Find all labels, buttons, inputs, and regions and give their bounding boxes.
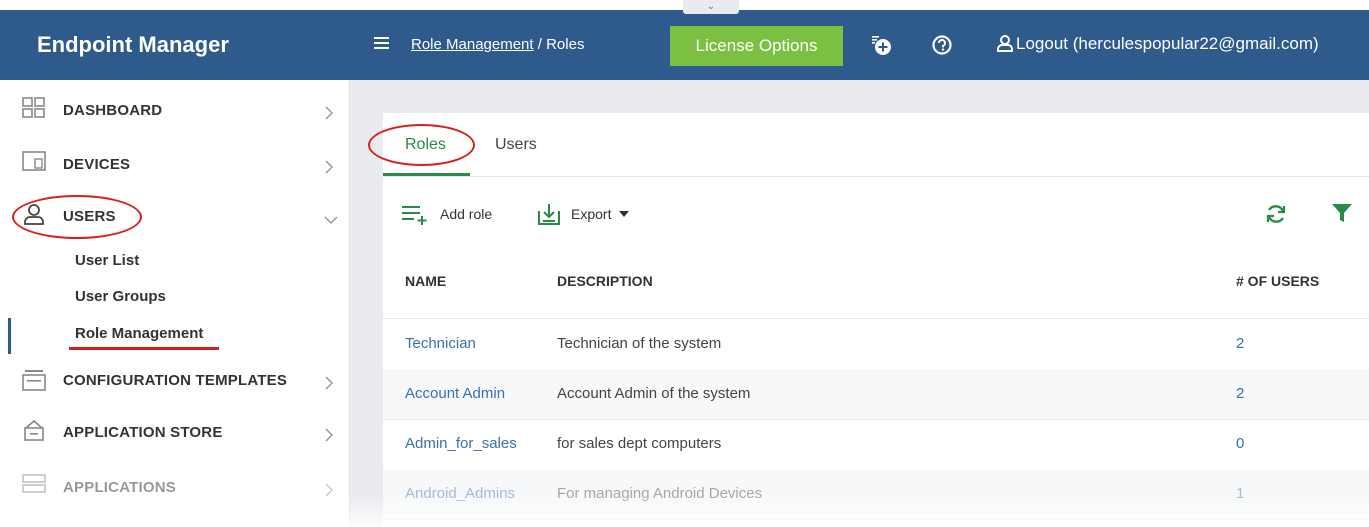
table-row[interactable]: Technician Technician of the system 2	[383, 319, 1369, 370]
table-row[interactable]: Account Admin Account Admin of the syste…	[383, 369, 1369, 420]
chevron-right-icon	[325, 160, 334, 174]
templates-icon	[22, 370, 46, 391]
table-row[interactable]: Android_Admins For managing Android Devi…	[383, 469, 1369, 520]
collapse-header-toggle[interactable]: ⌄	[683, 0, 739, 14]
annotation-circle-roles-tab	[368, 124, 475, 166]
sidebar-item-label: APPLICATION STORE	[63, 424, 223, 441]
sidebar-item-devices[interactable]: DEVICES	[0, 137, 349, 189]
chevron-down-icon	[324, 216, 338, 225]
role-users-count-link[interactable]: 2	[1236, 385, 1244, 402]
sidebar-item-label: APPLICATIONS	[63, 479, 176, 496]
sidebar-item-label: DASHBOARD	[63, 102, 163, 119]
chevron-right-icon	[325, 428, 334, 442]
role-description: Account Admin of the system	[557, 385, 751, 402]
sidebar-item-dashboard[interactable]: DASHBOARD	[0, 85, 349, 137]
chevron-right-icon	[325, 106, 334, 120]
add-notification-icon[interactable]	[870, 34, 892, 56]
sidebar-item-label: DEVICES	[63, 156, 131, 173]
column-header-users-count[interactable]: # OF USERS	[1236, 273, 1319, 289]
add-role-label: Add role	[440, 206, 493, 222]
role-description: For managing Android Devices	[557, 485, 763, 502]
sidebar-item-applications[interactable]: APPLICATIONS	[0, 461, 349, 513]
breadcrumb: Role Management / Roles	[411, 36, 584, 53]
annotation-circle-users	[12, 195, 142, 239]
tab-users[interactable]: Users	[495, 136, 537, 154]
logout-link[interactable]: Logout (herculespopular22@gmail.com)	[996, 34, 1319, 54]
chevron-right-icon	[325, 483, 334, 497]
export-download-icon	[538, 204, 560, 225]
sidebar-subitem-user-groups[interactable]: User Groups	[75, 288, 166, 305]
hamburger-menu-icon[interactable]	[374, 36, 390, 50]
table-row[interactable]: Admin_for_sales for sales dept computers…	[383, 419, 1369, 470]
role-name-link[interactable]: Admin_for_sales	[405, 435, 517, 452]
app-title: Endpoint Manager	[37, 32, 229, 57]
role-users-count-link[interactable]: 2	[1236, 335, 1244, 352]
column-header-name[interactable]: NAME	[405, 273, 446, 289]
sidebar-item-application-store[interactable]: APPLICATION STORE	[0, 408, 349, 460]
user-logout-icon	[997, 35, 1013, 52]
caret-down-icon	[619, 211, 629, 217]
annotation-underline-role-management	[69, 347, 219, 350]
license-options-button[interactable]: License Options	[670, 26, 843, 66]
role-name-link[interactable]: Android_Admins	[405, 485, 515, 502]
role-name-link[interactable]: Technician	[405, 335, 476, 352]
add-list-icon	[402, 206, 427, 225]
sidebar-item-label: CONFIGURATION TEMPLATES	[63, 372, 288, 389]
devices-icon	[22, 151, 46, 171]
breadcrumb-separator: /	[533, 36, 547, 53]
role-name-link[interactable]: Account Admin	[405, 385, 505, 402]
applications-icon	[22, 474, 46, 493]
role-description: for sales dept computers	[557, 435, 722, 452]
active-indicator	[8, 318, 11, 354]
sidebar-subitem-user-list[interactable]: User List	[75, 252, 139, 269]
tab-divider	[383, 176, 1369, 177]
export-label: Export	[571, 206, 612, 222]
store-basket-icon	[24, 419, 44, 441]
logout-label: Logout (herculespopular22@gmail.com)	[1016, 34, 1319, 53]
chevron-right-icon	[325, 376, 334, 390]
breadcrumb-current: Roles	[546, 36, 585, 53]
app-title-bar: Endpoint Manager	[0, 10, 349, 80]
help-icon[interactable]	[931, 34, 953, 56]
role-users-count-link[interactable]: 1	[1236, 485, 1244, 502]
breadcrumb-link-role-management[interactable]: Role Management	[411, 36, 534, 53]
column-header-description[interactable]: DESCRIPTION	[557, 273, 653, 289]
filter-icon[interactable]	[1331, 202, 1353, 224]
sidebar-subitem-role-management[interactable]: Role Management	[75, 325, 203, 342]
dashboard-grid-icon	[22, 97, 45, 118]
role-description: Technician of the system	[557, 335, 722, 352]
sidebar-item-configuration-templates[interactable]: CONFIGURATION TEMPLATES	[0, 355, 349, 407]
role-users-count-link[interactable]: 0	[1236, 435, 1244, 452]
refresh-icon[interactable]	[1265, 203, 1287, 225]
